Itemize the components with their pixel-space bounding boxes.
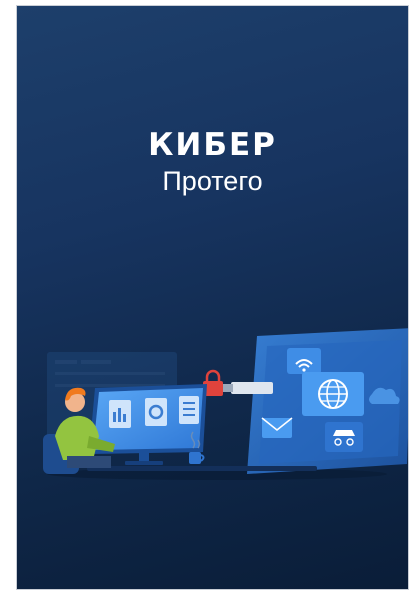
product-cover: КИБЕР Протего (16, 5, 409, 590)
wifi-icon (287, 348, 321, 374)
brand-subtitle: Протего (162, 166, 263, 196)
usb-drive-icon (223, 382, 273, 394)
list-document-icon (179, 396, 199, 424)
chart-document-icon (145, 398, 167, 426)
security-illustration (43, 328, 408, 480)
globe-icon (302, 372, 364, 416)
brand-logo: КИБЕР Протего (17, 128, 408, 196)
incognito-icon (325, 422, 363, 452)
brand-title: КИБЕР (148, 127, 277, 163)
monitor (89, 384, 207, 465)
network-panel (247, 328, 408, 474)
envelope-icon (261, 417, 293, 438)
document-icon (109, 400, 131, 428)
